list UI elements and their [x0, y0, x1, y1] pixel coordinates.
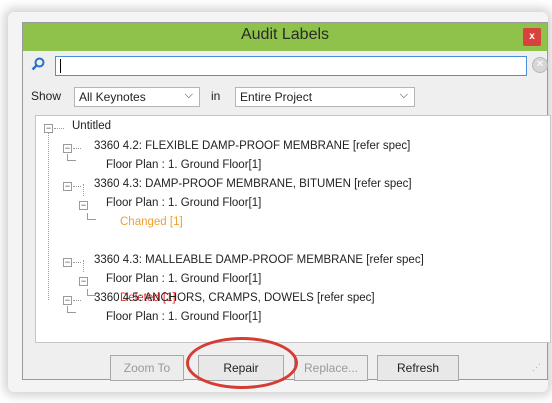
- scope-select[interactable]: Entire Project ⌵: [235, 87, 415, 107]
- zoom-to-button[interactable]: Zoom To: [110, 355, 184, 381]
- tree-connector: [67, 154, 76, 161]
- chevron-down-icon: ⌵: [184, 89, 193, 101]
- tree-connector: [73, 300, 81, 301]
- collapse-toggle-icon[interactable]: −: [79, 201, 88, 210]
- collapse-toggle-icon[interactable]: −: [63, 296, 72, 305]
- show-filter-select[interactable]: All Keynotes ⌵: [74, 87, 200, 107]
- show-filter-value: All Keynotes: [79, 90, 146, 104]
- collapse-toggle-icon[interactable]: −: [63, 144, 72, 153]
- tree-connector: [73, 262, 81, 263]
- tree-connector: [54, 128, 64, 129]
- resize-grip-icon[interactable]: ⋰: [532, 362, 541, 373]
- view-item[interactable]: Floor Plan : 1. Ground Floor[1]: [106, 159, 261, 171]
- collapse-toggle-icon[interactable]: −: [44, 124, 53, 133]
- close-button[interactable]: x: [523, 28, 541, 46]
- keynote-item[interactable]: 3360 4.5: ANCHORS, CRAMPS, DOWELS [refer…: [94, 292, 375, 304]
- keynote-item[interactable]: 3360 4.2: FLEXIBLE DAMP-PROOF MEMBRANE […: [94, 140, 410, 152]
- in-label: in: [211, 89, 221, 103]
- changed-status[interactable]: Changed [1]: [120, 216, 183, 228]
- audit-tree[interactable]: − Untitled − 3360 4.2: FLEXIBLE DAMP-PRO…: [35, 115, 551, 343]
- audit-labels-dialog: Audit Labels x ✕ Show All Keynotes ⌵ in …: [22, 22, 551, 380]
- dialog-title: Audit Labels: [240, 26, 330, 43]
- search-input[interactable]: [55, 56, 527, 76]
- tree-connector: [48, 132, 49, 300]
- tree-connector: [67, 306, 76, 313]
- view-item[interactable]: Floor Plan : 1. Ground Floor[1]: [106, 197, 261, 209]
- chevron-down-icon: ⌵: [399, 89, 408, 101]
- text-caret: [60, 59, 61, 73]
- tree-root-label[interactable]: Untitled: [72, 120, 111, 132]
- tree-connector: [73, 148, 81, 149]
- tree-connector: [73, 186, 81, 187]
- tree-connector: [83, 260, 84, 272]
- search-icon: [31, 57, 45, 71]
- collapse-toggle-icon[interactable]: −: [79, 277, 88, 286]
- collapse-toggle-icon[interactable]: −: [63, 182, 72, 191]
- keynote-item[interactable]: 3360 4.3: MALLEABLE DAMP-PROOF MEMBRANE …: [94, 254, 424, 266]
- scope-value: Entire Project: [240, 90, 313, 104]
- show-label: Show: [31, 89, 62, 103]
- tree-connector: [83, 184, 84, 196]
- tree-connector: [87, 213, 96, 220]
- clear-search-icon[interactable]: ✕: [532, 57, 548, 73]
- view-item[interactable]: Floor Plan : 1. Ground Floor[1]: [106, 273, 261, 285]
- collapse-toggle-icon[interactable]: −: [63, 258, 72, 267]
- replace-button[interactable]: Replace...: [294, 355, 368, 381]
- refresh-button[interactable]: Refresh: [377, 355, 459, 381]
- view-item[interactable]: Floor Plan : 1. Ground Floor[1]: [106, 311, 261, 323]
- keynote-item[interactable]: 3360 4.3: DAMP-PROOF MEMBRANE, BITUMEN […: [94, 178, 412, 190]
- title-bar[interactable]: Audit Labels x: [23, 23, 547, 51]
- highlight-circle: [186, 337, 298, 389]
